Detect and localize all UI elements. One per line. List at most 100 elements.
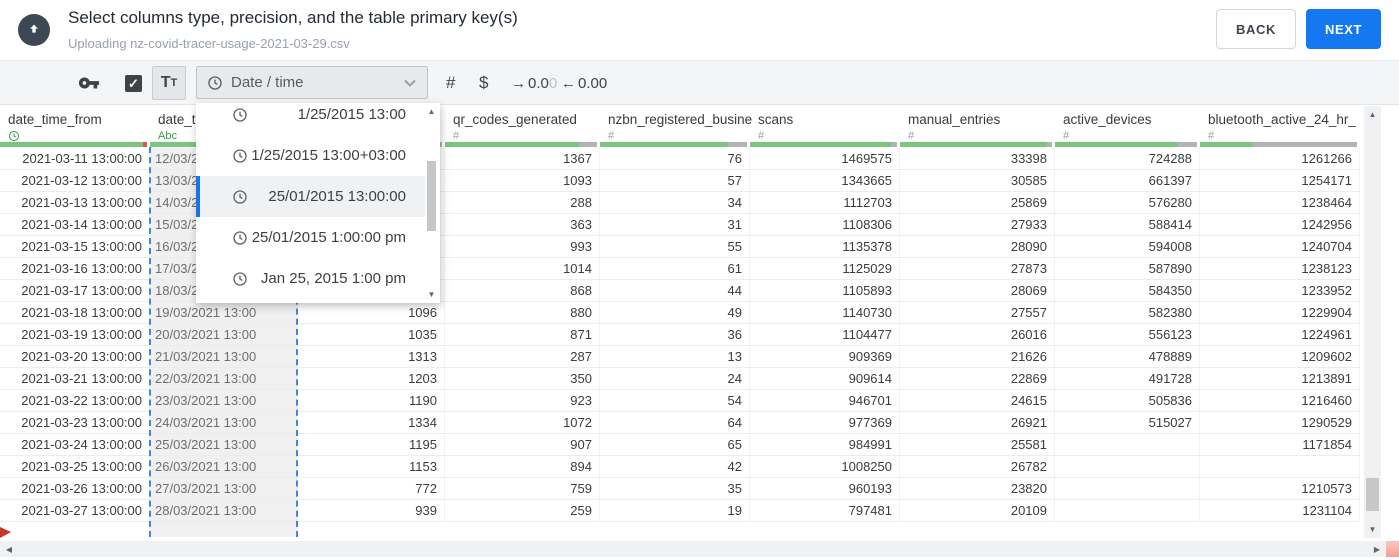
datetime-format-option[interactable]: 1/25/2015 13:00+03:00 [196,135,426,176]
cell-manual_entries: 24615 [900,390,1055,411]
column-header-qr_codes_generated[interactable]: qr_codes_generated # [445,105,600,147]
cell-active_devices [1055,478,1200,499]
cell-manual_entries: 23820 [900,478,1055,499]
cell-nzbn_registered_busine: 35 [600,478,750,499]
datetime-format-select[interactable]: Date / time [196,66,428,99]
dropdown-scrollbar-thumb[interactable] [427,161,436,231]
scroll-left-icon[interactable]: ◀ [2,545,16,554]
cell-date_t: 25/03/2021 13:00 [150,434,298,455]
column-header-active_devices[interactable]: active_devices # [1055,105,1200,147]
table-row: 2021-03-23 13:00:00 24/03/2021 13:00 1334 1… [0,412,1360,434]
cell-nzbn_registered_busine: 54 [600,390,750,411]
scroll-up-icon[interactable]: ▲ [1364,110,1381,119]
column-header-date_time_from[interactable]: date_time_from [0,105,150,147]
selected-marker [196,176,200,217]
cell-active_devices: 478889 [1055,346,1200,367]
cell-scans: 1469575 [750,148,900,169]
cell-manual_entries: 26016 [900,324,1055,345]
primary-key-icon[interactable] [78,61,100,105]
cell-manual_entries: 28090 [900,236,1055,257]
cell-manual_entries: 26921 [900,412,1055,433]
datetime-format-option[interactable]: Jan 25, 2015 1:00 pm [196,258,426,299]
column-name: active_devices [1063,112,1152,127]
cell-manual_entries: 22869 [900,368,1055,389]
quality-bar-segment-green [445,142,579,147]
increase-decimal-button[interactable]: → 0.0 0 [511,61,557,105]
cell-scans: 1112703 [750,192,900,213]
text-type-button[interactable]: TT [152,66,186,100]
upload-cloud-icon [18,14,50,46]
back-button[interactable]: BACK [1216,9,1296,49]
number-type-icon[interactable]: # [446,61,455,105]
scroll-up-icon[interactable]: ▲ [425,107,438,116]
column-header-nzbn_registered_busine[interactable]: nzbn_registered_busine # [600,105,753,147]
cell-scans: 1104477 [750,324,900,345]
arrow-left-icon: ← [561,74,576,92]
number-type-label: # [758,130,765,142]
cell-active_devices: 584350 [1055,280,1200,301]
decimal-value: 0.0 [528,74,549,92]
cell-bluetooth_active_24_hr_: 1209602 [1200,346,1360,367]
datetime-format-option[interactable]: 25/01/2015 13:00:00 [196,176,426,217]
clock-icon [233,107,247,122]
datetime-format-option[interactable]: 25/01/2015 1:00:00 pm [196,217,426,258]
cell-date_time_from: 2021-03-18 13:00:00 [0,302,150,323]
cell-col-2: 939 [298,500,445,521]
cell-bluetooth_active_24_hr_: 1238123 [1200,258,1360,279]
upload-status-text: Uploading nz-covid-tracer-usage-2021-03-… [68,36,350,51]
cell-nzbn_registered_busine: 61 [600,258,750,279]
scroll-down-icon[interactable]: ▼ [1364,525,1381,534]
column-header-manual_entries[interactable]: manual_entries # [900,105,1055,147]
decrease-decimal-button[interactable]: ← 0.00 [561,61,607,105]
next-button[interactable]: NEXT [1306,9,1381,49]
table-row: 2021-03-27 13:00:00 28/03/2021 13:00 939 25… [0,500,1360,522]
selected-column-filler [150,522,298,537]
cell-date_t: 24/03/2021 13:00 [150,412,298,433]
cell-nzbn_registered_busine: 13 [600,346,750,367]
cell-date_time_from: 2021-03-13 13:00:00 [0,192,150,213]
quality-bar-segment-gray [728,142,747,147]
cell-date_time_from: 2021-03-17 13:00:00 [0,280,150,301]
column-header-scans[interactable]: scans # [750,105,900,147]
cell-bluetooth_active_24_hr_: 1254171 [1200,170,1360,191]
cell-date_time_from: 2021-03-15 13:00:00 [0,236,150,257]
scroll-right-icon[interactable]: ▶ [1370,545,1384,554]
cell-active_devices: 556123 [1055,324,1200,345]
column-name: date_time_from [8,112,102,127]
cell-date_t: 27/03/2021 13:00 [150,478,298,499]
text-type-glyph-small: T [170,77,178,89]
table-row: 2021-03-24 13:00:00 25/03/2021 13:00 1195 9… [0,434,1360,456]
number-type-label: # [1208,130,1215,142]
vertical-scrollbar-thumb[interactable] [1366,478,1379,511]
boolean-type-checkbox[interactable]: ✓ [125,61,142,105]
cell-nzbn_registered_busine: 36 [600,324,750,345]
quality-bar-segment-green [750,142,891,147]
column-name: manual_entries [908,112,1001,127]
table-row: 2021-03-22 13:00:00 23/03/2021 13:00 1190 9… [0,390,1360,412]
cell-col-2: 1096 [298,302,445,323]
cell-qr_codes_generated: 894 [445,456,600,477]
currency-type-icon[interactable]: $ [479,61,488,105]
horizontal-scrollbar[interactable]: ◀ ▶ [0,541,1399,557]
cell-date_time_from: 2021-03-19 13:00:00 [0,324,150,345]
cell-date_time_from: 2021-03-16 13:00:00 [0,258,150,279]
cell-manual_entries: 30585 [900,170,1055,191]
column-header-bluetooth_active_24_hr_[interactable]: bluetooth_active_24_hr_ # [1200,105,1360,147]
quality-bar-segment-gray [579,142,597,147]
cell-nzbn_registered_busine: 44 [600,280,750,301]
quality-bar-segment-gray [1047,142,1052,147]
text-type-label: Abc [158,130,177,142]
column-quality-bar [600,142,748,147]
cell-nzbn_registered_busine: 57 [600,170,750,191]
column-name: nzbn_registered_busine [608,112,753,127]
vertical-scrollbar[interactable]: ▲ ▼ [1364,106,1381,538]
cell-qr_codes_generated: 350 [445,368,600,389]
clock-icon [9,131,19,141]
cell-manual_entries: 28069 [900,280,1055,301]
scroll-down-icon[interactable]: ▼ [425,290,438,299]
datetime-format-option[interactable]: 1/25/2015 13:00 [196,103,426,135]
cell-manual_entries: 27933 [900,214,1055,235]
cell-qr_codes_generated: 923 [445,390,600,411]
cell-date_time_from: 2021-03-25 13:00:00 [0,456,150,477]
dropdown-scrollbar[interactable]: ▲ ▼ [425,105,438,301]
